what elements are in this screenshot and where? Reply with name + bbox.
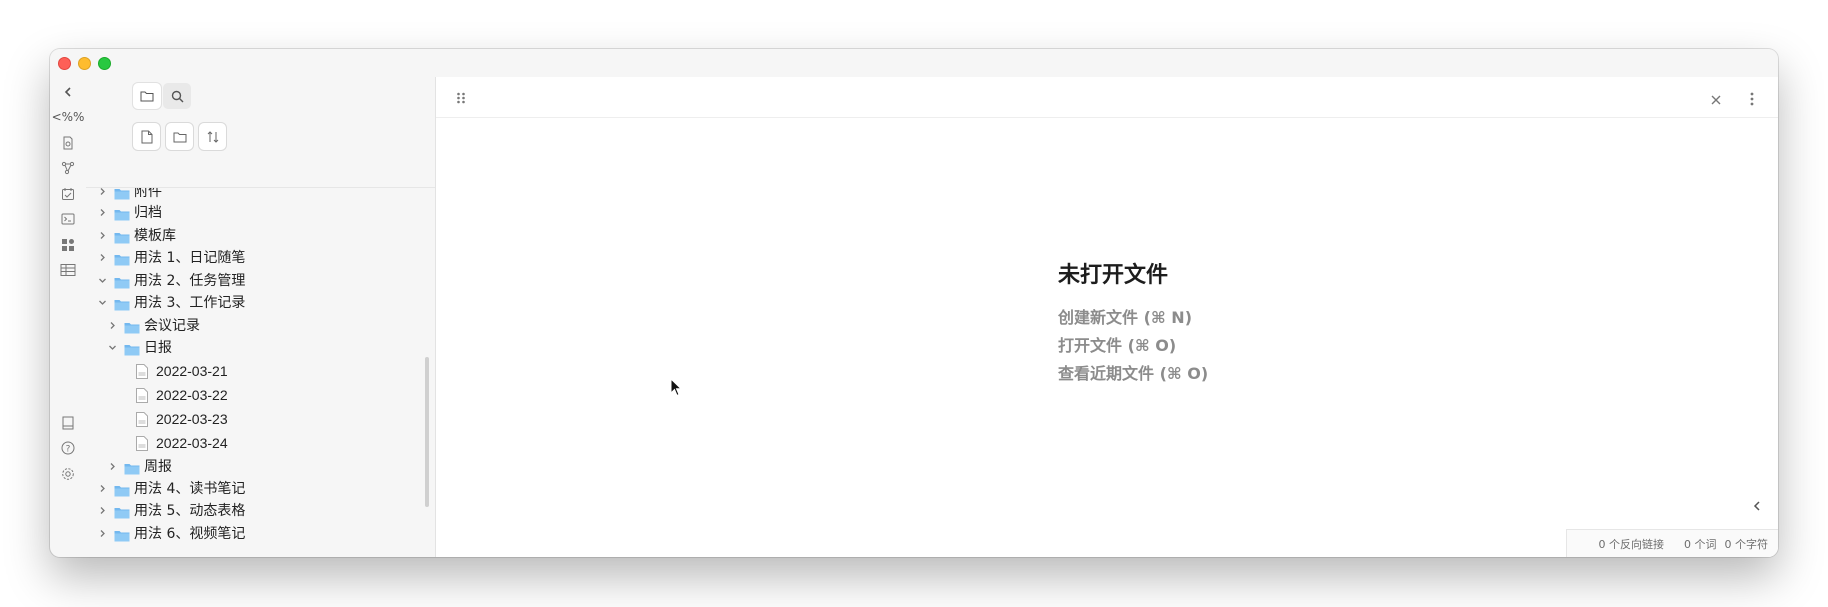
folder-icon [114,296,130,311]
folder-label: 用法 1、日记随笔 [134,250,246,266]
help-icon[interactable]: ? [58,438,78,458]
folder-label: 用法 2、任务管理 [134,273,246,289]
folder-icon [114,274,130,289]
minimize-window-button[interactable] [78,57,91,70]
chevron-down-icon[interactable] [96,296,108,308]
empty-state-title: 未打开文件 [1058,263,1169,288]
folder-icon [124,341,140,356]
open-file-link[interactable]: 打开文件 (⌘ O) [1058,332,1176,356]
file-label: 2022-03-22 [156,387,228,403]
drag-handle-icon[interactable] [456,90,466,109]
folder-label: 会议记录 [144,318,200,334]
table-icon[interactable] [58,260,78,280]
terminal-icon[interactable] [58,209,78,229]
file-label: 2022-03-24 [156,435,228,451]
more-options-icon[interactable] [1750,91,1754,110]
folder-label: 用法 6、视频笔记 [134,526,246,542]
folder-icon [114,206,130,221]
template-icon[interactable]: <%% [52,107,85,127]
book-icon[interactable] [58,413,78,433]
sort-icon [207,130,218,143]
file-search-icon[interactable] [58,133,78,153]
folder-label: 日报 [144,340,172,356]
folder-icon [114,482,130,497]
new-folder-button[interactable] [166,123,193,150]
status-bar: 0 个反向链接 0 个词 0 个字符 [1566,529,1778,557]
chevron-right-icon[interactable] [106,460,118,472]
chevron-right-icon[interactable] [96,188,108,197]
file-label: 2022-03-23 [156,411,228,427]
tab-files[interactable] [133,83,161,109]
new-note-icon [141,130,152,143]
new-note-button[interactable] [133,123,160,150]
folder-item[interactable]: 用法 6、视频笔记 [96,520,245,546]
folder-label: 用法 5、动态表格 [134,503,246,519]
folder-item[interactable]: 日报 [106,334,172,360]
markdown-file-icon [136,363,148,379]
folder-label: 用法 3、工作记录 [134,295,246,311]
chevron-right-icon[interactable] [106,319,118,331]
file-item[interactable]: 2022-03-21 [136,358,228,384]
folder-icon [114,504,130,519]
calendar-check-icon[interactable] [58,184,78,204]
markdown-file-icon [136,411,148,427]
sidebar-scrollbar[interactable] [425,357,429,507]
folder-icon [140,91,154,102]
file-tree: 附件 归档 模板库 用法 1、日记随笔 用法 2、任务管理 用法 3、工作记录 会议记录 日报… [86,188,424,557]
close-window-button[interactable] [58,57,71,70]
recent-files-link[interactable]: 查看近期文件 (⌘ O) [1058,360,1208,384]
title-bar [50,49,1778,77]
folder-label: 周报 [144,459,172,475]
blocks-icon[interactable] [58,235,78,255]
markdown-file-icon [136,387,148,403]
markdown-file-icon [136,435,148,451]
tab-search[interactable] [163,83,191,109]
chevron-down-icon[interactable] [96,274,108,286]
folder-icon [114,188,130,200]
collapse-sidebar-icon[interactable] [58,82,78,102]
app-window: <%% ? 附件 归档 模板库 用法 1、日记随笔 用法 2、任务管理 用法 3… [50,49,1778,557]
editor-header [436,77,1778,118]
folder-label: 用法 4、读书笔记 [134,481,246,497]
file-item[interactable]: 2022-03-22 [136,382,228,408]
chevron-down-icon[interactable] [106,341,118,353]
chevron-right-icon[interactable] [96,527,108,539]
expand-right-sidebar-icon[interactable] [1752,497,1762,516]
left-ribbon: <%% ? [50,77,86,557]
chevron-right-icon[interactable] [96,482,108,494]
folder-icon [124,319,140,334]
search-icon [171,90,183,102]
chevron-right-icon[interactable] [96,229,108,241]
file-explorer-sidebar: 附件 归档 模板库 用法 1、日记随笔 用法 2、任务管理 用法 3、工作记录 会议记录 日报… [86,77,435,557]
close-tab-icon[interactable] [1710,91,1722,110]
svg-text:?: ? [66,445,71,455]
mouse-cursor [670,377,683,401]
graph-icon[interactable] [58,158,78,178]
chevron-right-icon[interactable] [96,504,108,516]
chevron-right-icon[interactable] [96,251,108,263]
folder-icon [114,527,130,542]
word-count: 0 个词 [1684,537,1717,551]
folder-icon [124,460,140,475]
settings-icon[interactable] [58,464,78,484]
maximize-window-button[interactable] [98,57,111,70]
file-item[interactable]: 2022-03-23 [136,406,228,432]
file-label: 2022-03-21 [156,363,228,379]
folder-label: 模板库 [134,228,176,244]
new-folder-icon [173,132,186,142]
folder-label: 归档 [134,205,162,221]
backlinks-count[interactable]: 0 个反向链接 [1599,536,1665,552]
main-editor-pane: 未打开文件 创建新文件 (⌘ N) 打开文件 (⌘ O) 查看近期文件 (⌘ O… [435,77,1778,557]
folder-icon [114,251,130,266]
sort-button[interactable] [199,123,226,150]
chevron-right-icon[interactable] [96,206,108,218]
create-new-file-link[interactable]: 创建新文件 (⌘ N) [1058,304,1192,328]
folder-icon [114,229,130,244]
char-count: 0 个字符 [1724,537,1769,551]
